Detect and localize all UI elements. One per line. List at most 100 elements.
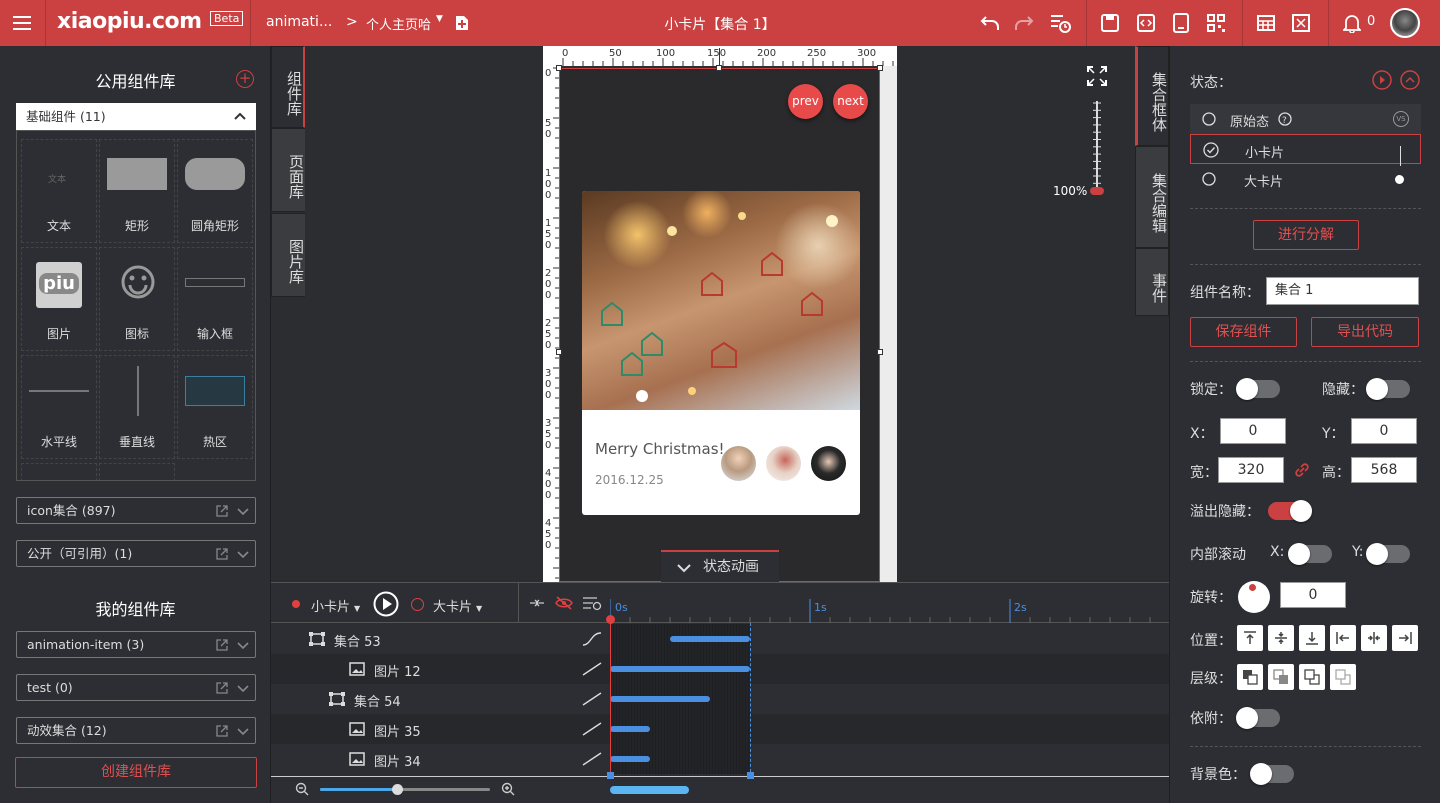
tab-component-library[interactable]: 组件库 bbox=[271, 46, 306, 128]
add-page-icon[interactable] bbox=[450, 11, 474, 35]
component-rect[interactable]: 矩形 bbox=[99, 139, 175, 243]
component-hline[interactable]: 水平线 bbox=[21, 355, 97, 459]
attach-toggle[interactable] bbox=[1236, 707, 1280, 729]
lock-toggle[interactable] bbox=[1236, 378, 1280, 400]
device-icon[interactable] bbox=[1169, 11, 1193, 35]
range-end-handle[interactable] bbox=[747, 772, 754, 779]
keyframe-bar[interactable] bbox=[610, 726, 650, 732]
external-link-icon[interactable] bbox=[215, 547, 229, 561]
next-button[interactable]: next bbox=[833, 84, 868, 119]
fit-screen-icon[interactable] bbox=[1087, 66, 1107, 86]
easing-curve-icon[interactable] bbox=[582, 752, 602, 766]
export-code-button[interactable]: 导出代码 bbox=[1311, 317, 1419, 347]
x-input[interactable]: 0 bbox=[1220, 418, 1286, 444]
page-dropdown-icon[interactable]: ▼ bbox=[436, 14, 443, 24]
resize-handle[interactable] bbox=[556, 349, 562, 355]
time-ruler[interactable]: 0s 1s 2s bbox=[610, 583, 1169, 623]
save-component-button[interactable]: 保存组件 bbox=[1190, 317, 1297, 347]
artboard[interactable]: prev next Merry Christmas! 2016.12.25 bbox=[559, 68, 880, 582]
component-rounded-rect[interactable]: 圆角矩形 bbox=[177, 139, 253, 243]
rotate-dial-knob[interactable] bbox=[1249, 584, 1256, 591]
play-state-icon[interactable] bbox=[1372, 70, 1392, 90]
save-icon[interactable] bbox=[1098, 11, 1122, 35]
create-library-button[interactable]: 创建组件库 bbox=[15, 757, 257, 788]
track-row[interactable]: 集合 53 bbox=[271, 624, 1169, 654]
bring-forward-icon[interactable] bbox=[1268, 664, 1294, 690]
easing-curve-icon[interactable] bbox=[582, 692, 602, 706]
playhead-knob[interactable] bbox=[606, 615, 615, 624]
check-circle-icon[interactable] bbox=[1203, 142, 1219, 158]
collapse-state-icon[interactable] bbox=[1400, 70, 1420, 90]
external-link-icon[interactable] bbox=[215, 638, 229, 652]
chevron-down-icon[interactable] bbox=[237, 547, 249, 561]
tab-events[interactable]: 事件 bbox=[1135, 248, 1169, 316]
breadcrumb-project[interactable]: animati... bbox=[266, 14, 332, 30]
grid-view-icon[interactable] bbox=[1254, 11, 1278, 35]
hide-toggle[interactable] bbox=[1366, 378, 1410, 400]
track-row[interactable]: 图片 12 bbox=[271, 654, 1169, 684]
tab-image-library[interactable]: 图片库 bbox=[271, 213, 306, 297]
group-test[interactable]: test (0) bbox=[16, 674, 256, 701]
timeline-scrollbar[interactable] bbox=[610, 786, 689, 794]
group-animation-item[interactable]: animation-item (3) bbox=[16, 631, 256, 658]
y-input[interactable]: 0 bbox=[1351, 418, 1417, 444]
bring-to-front-icon[interactable] bbox=[1237, 664, 1263, 690]
card[interactable]: Merry Christmas! 2016.12.25 bbox=[582, 191, 860, 515]
track-row[interactable]: 集合 54 bbox=[271, 684, 1169, 714]
link-ratio-icon[interactable] bbox=[1294, 462, 1310, 478]
to-state-select[interactable]: 大卡片 ▼ bbox=[433, 596, 482, 615]
menu-icon[interactable] bbox=[10, 11, 34, 35]
tab-group-frame[interactable]: 集合框体 bbox=[1135, 46, 1169, 146]
component-name-input[interactable]: 集合 1 bbox=[1266, 277, 1419, 305]
align-left-icon[interactable] bbox=[1330, 625, 1356, 651]
resize-handle[interactable] bbox=[556, 65, 562, 71]
group-motion-set[interactable]: 动效集合 (12) bbox=[16, 717, 256, 744]
easing-curve-icon[interactable] bbox=[582, 632, 602, 646]
chevron-down-icon[interactable] bbox=[237, 724, 249, 738]
canvas-area[interactable]: 0 50 100 150 200 250 300 0 50 100 150 20… bbox=[305, 46, 1133, 582]
resize-handle[interactable] bbox=[877, 349, 883, 355]
external-link-icon[interactable] bbox=[215, 504, 229, 518]
collapse-tracks-icon[interactable] bbox=[529, 596, 545, 610]
chevron-up-icon[interactable] bbox=[234, 112, 246, 120]
chevron-down-icon[interactable] bbox=[237, 638, 249, 652]
prev-button[interactable]: prev bbox=[788, 84, 823, 119]
background-color-toggle[interactable] bbox=[1250, 763, 1294, 785]
breadcrumb-page[interactable]: 个人主页哈 bbox=[366, 14, 431, 33]
align-center-icon[interactable] bbox=[1361, 625, 1387, 651]
vs-icon[interactable]: VS bbox=[1393, 111, 1409, 127]
send-backward-icon[interactable] bbox=[1299, 664, 1325, 690]
zoom-out-icon[interactable] bbox=[295, 782, 309, 796]
play-icon[interactable] bbox=[373, 591, 399, 617]
bell-icon[interactable] bbox=[1340, 11, 1364, 35]
rotate-dial[interactable] bbox=[1238, 581, 1270, 613]
from-state-select[interactable]: 小卡片 ▼ bbox=[311, 596, 360, 615]
tab-page-library[interactable]: 页面库 bbox=[271, 128, 306, 212]
range-start-handle[interactable] bbox=[607, 772, 614, 779]
component-text[interactable]: 文本 文本 bbox=[21, 139, 97, 243]
logo[interactable]: xiaopiu.com bbox=[57, 9, 202, 34]
group-public[interactable]: 公开（可引用）(1) bbox=[16, 540, 256, 567]
rotate-input[interactable]: 0 bbox=[1280, 582, 1346, 608]
undo-icon[interactable] bbox=[978, 11, 1002, 35]
align-middle-icon[interactable] bbox=[1268, 625, 1294, 651]
keyframe-bar[interactable] bbox=[670, 636, 750, 642]
external-link-icon[interactable] bbox=[215, 681, 229, 695]
width-input[interactable]: 320 bbox=[1218, 457, 1284, 483]
easing-curve-icon[interactable] bbox=[582, 722, 602, 736]
help-icon[interactable]: ? bbox=[1278, 112, 1292, 126]
keyframe-bar[interactable] bbox=[610, 666, 750, 672]
component-more[interactable] bbox=[21, 463, 97, 480]
keyframe-bar[interactable] bbox=[610, 696, 710, 702]
align-top-icon[interactable] bbox=[1237, 625, 1263, 651]
radio-icon[interactable] bbox=[1202, 112, 1216, 126]
component-input[interactable]: 输入框 bbox=[177, 247, 253, 351]
redo-icon[interactable] bbox=[1012, 11, 1036, 35]
avatar[interactable] bbox=[1390, 8, 1420, 38]
track-row[interactable]: 图片 34 bbox=[271, 744, 1169, 774]
decompose-button[interactable]: 进行分解 bbox=[1253, 220, 1359, 250]
playhead[interactable] bbox=[610, 619, 611, 779]
tab-group-edit[interactable]: 集合编辑 bbox=[1135, 146, 1169, 248]
keyframe-bar[interactable] bbox=[610, 756, 650, 762]
zoom-in-icon[interactable] bbox=[501, 782, 515, 796]
